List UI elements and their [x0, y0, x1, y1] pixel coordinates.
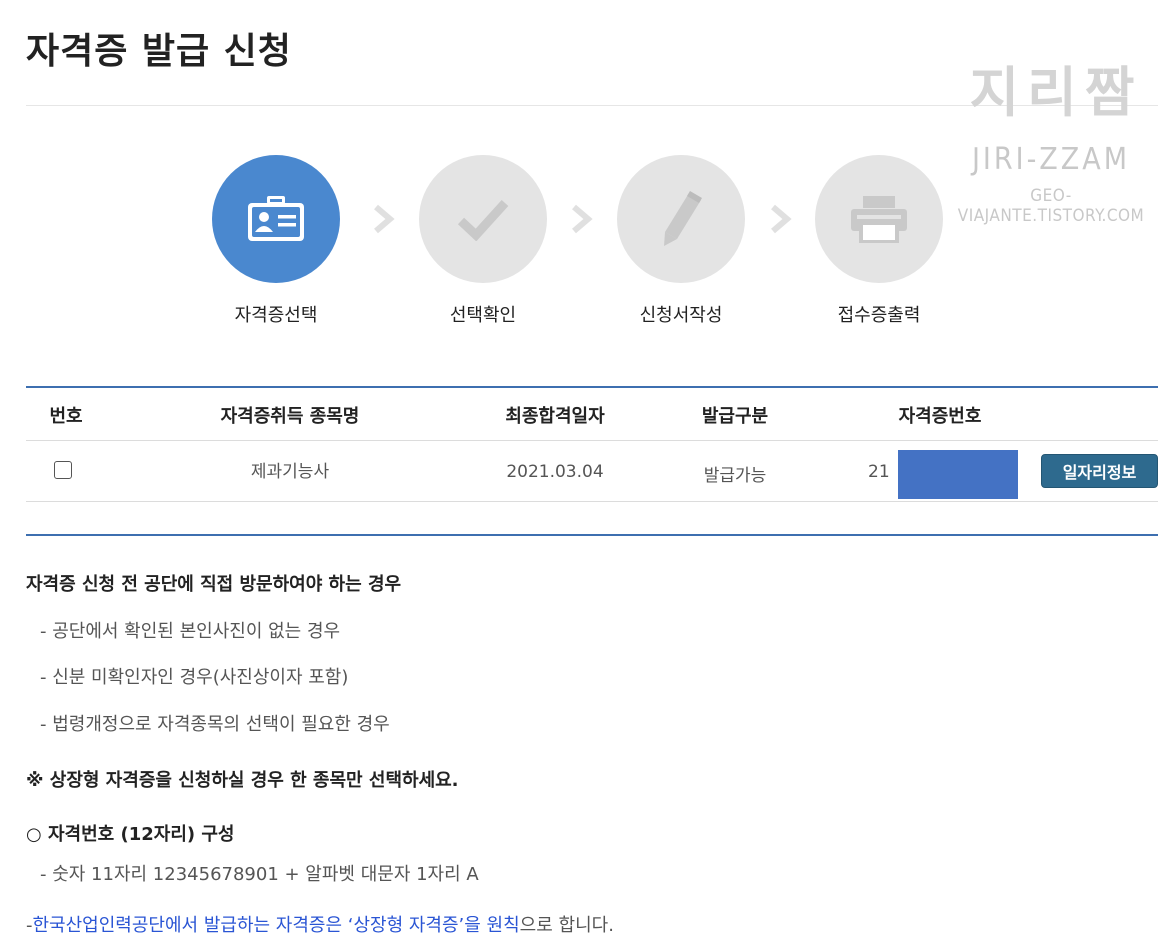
- checkmark-icon: [457, 199, 509, 241]
- watermark-url: GEO-VIAJANTE.TISTORY.COM: [957, 186, 1145, 226]
- cert-number-format-title: ○ 자격번호 (12자리) 구성: [26, 824, 235, 845]
- column-header-issue-type: 발급구분: [701, 406, 769, 427]
- step-3-circle: [617, 155, 745, 283]
- visit-notice-title: 자격증 신청 전 공단에 직접 방문하여야 하는 경우: [26, 574, 402, 595]
- footer-tail: 으로 합니다.: [519, 915, 614, 936]
- cert-item-name: 제과기능사: [250, 462, 330, 482]
- footer-highlight: 한국산업인력공단에서 발급하는 자격증은 ‘상장형 자격증’을 원칙: [32, 915, 520, 936]
- chevron-right-icon: [771, 204, 792, 234]
- id-card-icon: [248, 196, 304, 241]
- step-2-circle: [419, 155, 547, 283]
- cert-number-redacted: [898, 450, 1018, 499]
- watermark: 지리짬 JIRI-ZZAM GEO-VIAJANTE.TISTORY.COM: [946, 60, 1156, 240]
- pass-date: 2021.03.04: [506, 462, 604, 482]
- printer-icon: [851, 196, 907, 243]
- step-3-label: 신청서작성: [639, 305, 723, 326]
- issue-status: 발급가능: [703, 466, 767, 486]
- table-bottom-rule: [26, 534, 1158, 536]
- column-header-cert-number: 자격증번호: [898, 406, 982, 427]
- pencil-icon: [664, 191, 702, 246]
- table-header-divider: [26, 440, 1158, 441]
- chevron-right-icon: [374, 204, 395, 234]
- step-1-label: 자격증선택: [234, 305, 318, 326]
- award-type-notice: ※ 상장형 자격증을 신청하실 경우 한 종목만 선택하세요.: [26, 770, 459, 791]
- watermark-name: JIRI-ZZAM: [971, 142, 1131, 177]
- step-4-circle: [815, 155, 943, 283]
- visit-notice-item: - 공단에서 확인된 본인사진이 없는 경우: [40, 621, 341, 642]
- column-header-number: 번호: [49, 406, 83, 427]
- job-info-button[interactable]: 일자리정보: [1041, 454, 1158, 488]
- watermark-logo: 지리짬: [969, 60, 1143, 124]
- visit-notice-item: - 신분 미확인자인 경우(사진상이자 포함): [40, 667, 349, 688]
- page-title: 자격증 발급 신청: [26, 31, 292, 72]
- step-4-label: 접수증출력: [837, 305, 921, 326]
- step-2-label: 선택확인: [449, 305, 517, 326]
- cert-number-format-desc: - 숫자 11자리 12345678901 + 알파벳 대문자 1자리 A: [40, 864, 479, 885]
- column-header-item-name: 자격증취득 종목명: [220, 406, 360, 427]
- step-1-circle: [212, 155, 340, 283]
- chevron-right-icon: [572, 204, 593, 234]
- visit-notice-item: - 법령개정으로 자격종목의 선택이 필요한 경우: [40, 714, 390, 735]
- award-principle-note: -한국산업인력공단에서 발급하는 자격증은 ‘상장형 자격증’을 원칙으로 합니…: [26, 911, 614, 937]
- table-row-divider: [26, 501, 1158, 502]
- row-select-checkbox[interactable]: [54, 461, 72, 479]
- table-top-rule: [26, 386, 1158, 388]
- column-header-pass-date: 최종합격일자: [505, 406, 605, 427]
